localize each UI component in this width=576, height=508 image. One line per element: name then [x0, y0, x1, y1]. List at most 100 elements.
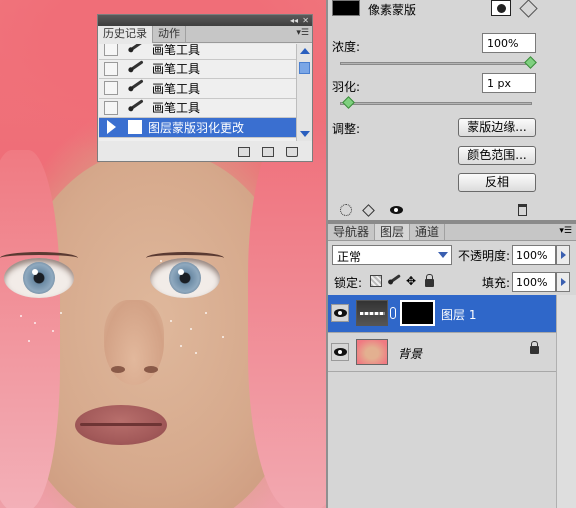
lock-transparency-icon[interactable]: [370, 275, 382, 287]
snapshot-checkbox[interactable]: [104, 61, 118, 76]
opacity-input[interactable]: 100%: [512, 245, 556, 265]
sparkle: [195, 352, 197, 354]
density-label: 浓度:: [332, 40, 361, 54]
lock-all-icon[interactable]: [424, 274, 436, 287]
eye-icon: [334, 309, 347, 317]
opacity-slider-button[interactable]: [556, 245, 570, 265]
history-scrollbar[interactable]: [296, 44, 312, 141]
sparkle: [28, 340, 30, 342]
history-item-label: 画笔工具: [152, 62, 201, 77]
history-item-label: 画笔工具: [152, 101, 201, 116]
document-icon: [128, 120, 142, 135]
lock-position-icon[interactable]: ✥: [406, 275, 418, 287]
density-slider[interactable]: [340, 62, 532, 65]
history-item[interactable]: 画笔工具: [99, 60, 296, 79]
mask-thumbnail: [332, 0, 360, 16]
right-panel-dock: 像素蒙版 浓度: 100% 羽化: 1 px 调整: 蒙版边缘... 颜色范围.…: [326, 0, 576, 508]
brush-icon: [128, 60, 146, 76]
blend-mode-select[interactable]: 正常: [332, 245, 452, 265]
sparkle: [222, 336, 224, 338]
layer-row[interactable]: 背景: [328, 334, 556, 372]
sparkle: [180, 345, 182, 347]
sparkle: [170, 320, 172, 322]
link-icon[interactable]: [390, 307, 396, 319]
snapshot-checkbox[interactable]: [104, 100, 118, 115]
layer-row-selected[interactable]: 图层 1: [328, 295, 556, 333]
sparkle: [52, 330, 54, 332]
history-item[interactable]: 画笔工具: [99, 44, 296, 60]
sparkle: [60, 312, 62, 314]
layers-tabs: 导航器 图层 通道 ▾☰: [328, 224, 576, 241]
layer-visibility-toggle[interactable]: [331, 304, 349, 322]
scroll-up-icon[interactable]: [300, 48, 310, 54]
panel-titlebar[interactable]: ◂◂ ✕: [98, 15, 312, 26]
new-snapshot-icon[interactable]: [262, 147, 274, 157]
trash-icon[interactable]: [286, 147, 298, 157]
panel-menu-icon[interactable]: ▾☰: [296, 28, 309, 38]
feather-input[interactable]: 1 px: [482, 73, 536, 93]
feather-label: 羽化:: [332, 80, 361, 94]
mask-type-label: 像素蒙版: [368, 3, 417, 17]
opacity-label: 不透明度:: [458, 249, 511, 263]
sparkle: [20, 315, 22, 317]
tab-channels[interactable]: 通道: [410, 224, 446, 240]
density-input[interactable]: 100%: [482, 33, 536, 53]
panel-menu-icon[interactable]: ▾☰: [559, 226, 572, 236]
tab-layers[interactable]: 图层: [375, 224, 411, 240]
close-icon[interactable]: ✕: [302, 15, 309, 26]
load-selection-icon[interactable]: [340, 204, 352, 216]
density-slider-thumb[interactable]: [524, 56, 537, 69]
sparkle: [160, 260, 162, 262]
layer-mask-thumbnail[interactable]: [400, 300, 435, 326]
vector-mask-button[interactable]: [518, 0, 538, 16]
layers-scrollbar[interactable]: [556, 295, 576, 508]
new-document-from-state-icon[interactable]: [238, 147, 250, 157]
scroll-down-icon[interactable]: [300, 131, 310, 137]
apply-mask-icon[interactable]: [362, 204, 375, 217]
history-tabs: 历史记录 动作 ▾☰: [98, 26, 312, 43]
snapshot-checkbox[interactable]: [104, 44, 118, 57]
layer-visibility-toggle[interactable]: [331, 343, 349, 361]
masks-header: 像素蒙版: [328, 0, 576, 28]
layer-name[interactable]: 图层 1: [441, 306, 476, 323]
fill-label: 填充:: [482, 276, 511, 290]
visibility-icon[interactable]: [390, 204, 403, 216]
history-item-label: 图层蒙版羽化更改: [148, 120, 245, 135]
iris-right: [169, 262, 201, 294]
history-panel[interactable]: ◂◂ ✕ 历史记录 动作 ▾☰ 画笔工具 画笔工具 画笔工具 画笔工具 图层蒙版…: [97, 14, 313, 162]
collapse-icon[interactable]: ◂◂: [290, 15, 298, 26]
history-footer: [98, 143, 312, 161]
invert-button[interactable]: 反相: [458, 173, 536, 192]
snapshot-checkbox[interactable]: [104, 81, 118, 96]
tab-history[interactable]: 历史记录: [98, 26, 153, 43]
color-range-button[interactable]: 颜色范围...: [458, 146, 536, 165]
masks-footer: [328, 200, 576, 220]
tab-actions[interactable]: 动作: [153, 26, 186, 42]
pixel-mask-button[interactable]: [491, 0, 511, 16]
trash-icon[interactable]: [518, 204, 527, 216]
history-item[interactable]: 画笔工具: [99, 79, 296, 99]
eye-icon: [334, 348, 347, 356]
feather-slider[interactable]: [340, 102, 532, 105]
lip-line: [80, 423, 162, 426]
brush-icon: [128, 99, 146, 115]
mask-edge-button[interactable]: 蒙版边缘...: [458, 118, 536, 137]
history-item-selected[interactable]: 图层蒙版羽化更改: [99, 118, 296, 138]
scroll-thumb[interactable]: [299, 62, 310, 74]
layer-name[interactable]: 背景: [398, 345, 422, 362]
fill-input[interactable]: 100%: [512, 272, 556, 292]
fill-slider-button[interactable]: [556, 272, 570, 292]
eye-right: [150, 258, 220, 298]
tab-navigator[interactable]: 导航器: [328, 224, 376, 240]
layer-thumbnail[interactable]: [356, 300, 388, 326]
iris-left: [23, 262, 55, 294]
nostril-left: [111, 366, 125, 373]
lock-pixels-icon[interactable]: [388, 274, 401, 287]
history-item[interactable]: 画笔工具: [99, 99, 296, 118]
feather-slider-thumb[interactable]: [342, 96, 355, 109]
history-item-label: 画笔工具: [152, 81, 201, 96]
lock-icon: [530, 341, 539, 354]
lock-label: 锁定:: [334, 276, 363, 290]
layer-thumbnail[interactable]: [356, 339, 388, 365]
eye-left: [4, 258, 74, 298]
